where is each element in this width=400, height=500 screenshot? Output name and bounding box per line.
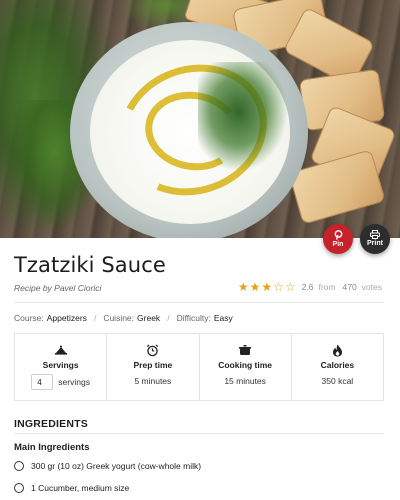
alarm-clock-icon	[146, 343, 160, 357]
rating-votes-count: 470	[342, 282, 357, 292]
course-value[interactable]: Appetizers	[47, 313, 87, 323]
cooking-pot-icon	[238, 343, 252, 357]
prep-time-title: Prep time	[133, 360, 173, 370]
ingredient-checkbox[interactable]	[14, 483, 24, 493]
recipe-meta: Course: Appetizers / Cuisine: Greek / Di…	[14, 313, 233, 323]
meta-separator: /	[167, 313, 170, 323]
ingredient-text: 1 Cucumber, medium size	[31, 483, 130, 493]
rating-value: 2.6	[301, 282, 314, 292]
dill-garnish	[198, 62, 288, 172]
print-button[interactable]: Print	[360, 224, 390, 254]
ingredient-checkbox[interactable]	[14, 461, 24, 471]
difficulty-value: Easy	[213, 313, 233, 323]
star-full-icon[interactable]: ★	[250, 281, 261, 293]
servings-input[interactable]	[31, 374, 54, 390]
star-empty-icon[interactable]: ☆	[285, 281, 296, 293]
printer-icon	[370, 230, 380, 239]
stat-prep-time: Prep time 5 minutes	[107, 334, 200, 400]
rating-votes-label: votes	[361, 282, 382, 292]
recipe-hero-photo	[0, 0, 400, 238]
pin-button[interactable]: Pin	[323, 224, 353, 254]
calories-title: Calories	[320, 360, 355, 370]
stat-calories: Calories 350 kcal	[292, 334, 383, 400]
servings-title: Servings	[42, 360, 79, 370]
cuisine-key: Cuisine:	[103, 313, 135, 323]
recipe-stats: Servings servings Prep time 5 minutes	[14, 333, 384, 401]
ingredient-item[interactable]: 1 Cucumber, medium size	[14, 483, 129, 493]
servings-control: servings	[31, 374, 90, 390]
star-full-icon[interactable]: ★	[261, 281, 272, 293]
rating-from: from	[318, 282, 336, 292]
flame-icon	[330, 343, 344, 357]
prep-time-value: 5 minutes	[134, 376, 172, 386]
pinterest-icon	[334, 229, 342, 240]
servings-unit: servings	[58, 377, 90, 387]
cuisine-value[interactable]: Greek	[137, 313, 160, 323]
pin-label: Pin	[332, 240, 344, 248]
star-empty-icon[interactable]: ☆	[273, 281, 284, 293]
recipe-title: Tzatziki Sauce	[14, 253, 166, 277]
star-rating[interactable]: ★ ★ ★ ☆ ☆ 2.6 from 470 votes	[238, 281, 382, 293]
cooking-time-title: Cooking time	[218, 360, 273, 370]
meta-separator: /	[93, 313, 97, 323]
star-full-icon[interactable]: ★	[238, 281, 249, 293]
ingredient-item[interactable]: 300 gr (10 oz) Greek yogurt (cow-whole m…	[14, 461, 201, 471]
print-label: Print	[367, 240, 383, 247]
stat-cooking-time: Cooking time 15 minutes	[200, 334, 292, 400]
servings-icon	[54, 343, 68, 357]
divider	[14, 302, 384, 303]
stat-servings: Servings servings	[15, 334, 108, 400]
ingredients-heading: INGREDIENTS	[14, 418, 88, 430]
ingredients-group-title: Main Ingredients	[14, 442, 90, 453]
course-key: Course:	[14, 313, 44, 323]
ingredient-text: 300 gr (10 oz) Greek yogurt (cow-whole m…	[31, 461, 202, 471]
divider	[14, 433, 384, 434]
calories-value: 350 kcal	[321, 376, 354, 386]
recipe-author: Recipe by Pavel Ciorici	[14, 283, 102, 293]
difficulty-key: Difficulty:	[176, 313, 211, 323]
cooking-time-value: 15 minutes	[224, 376, 266, 386]
